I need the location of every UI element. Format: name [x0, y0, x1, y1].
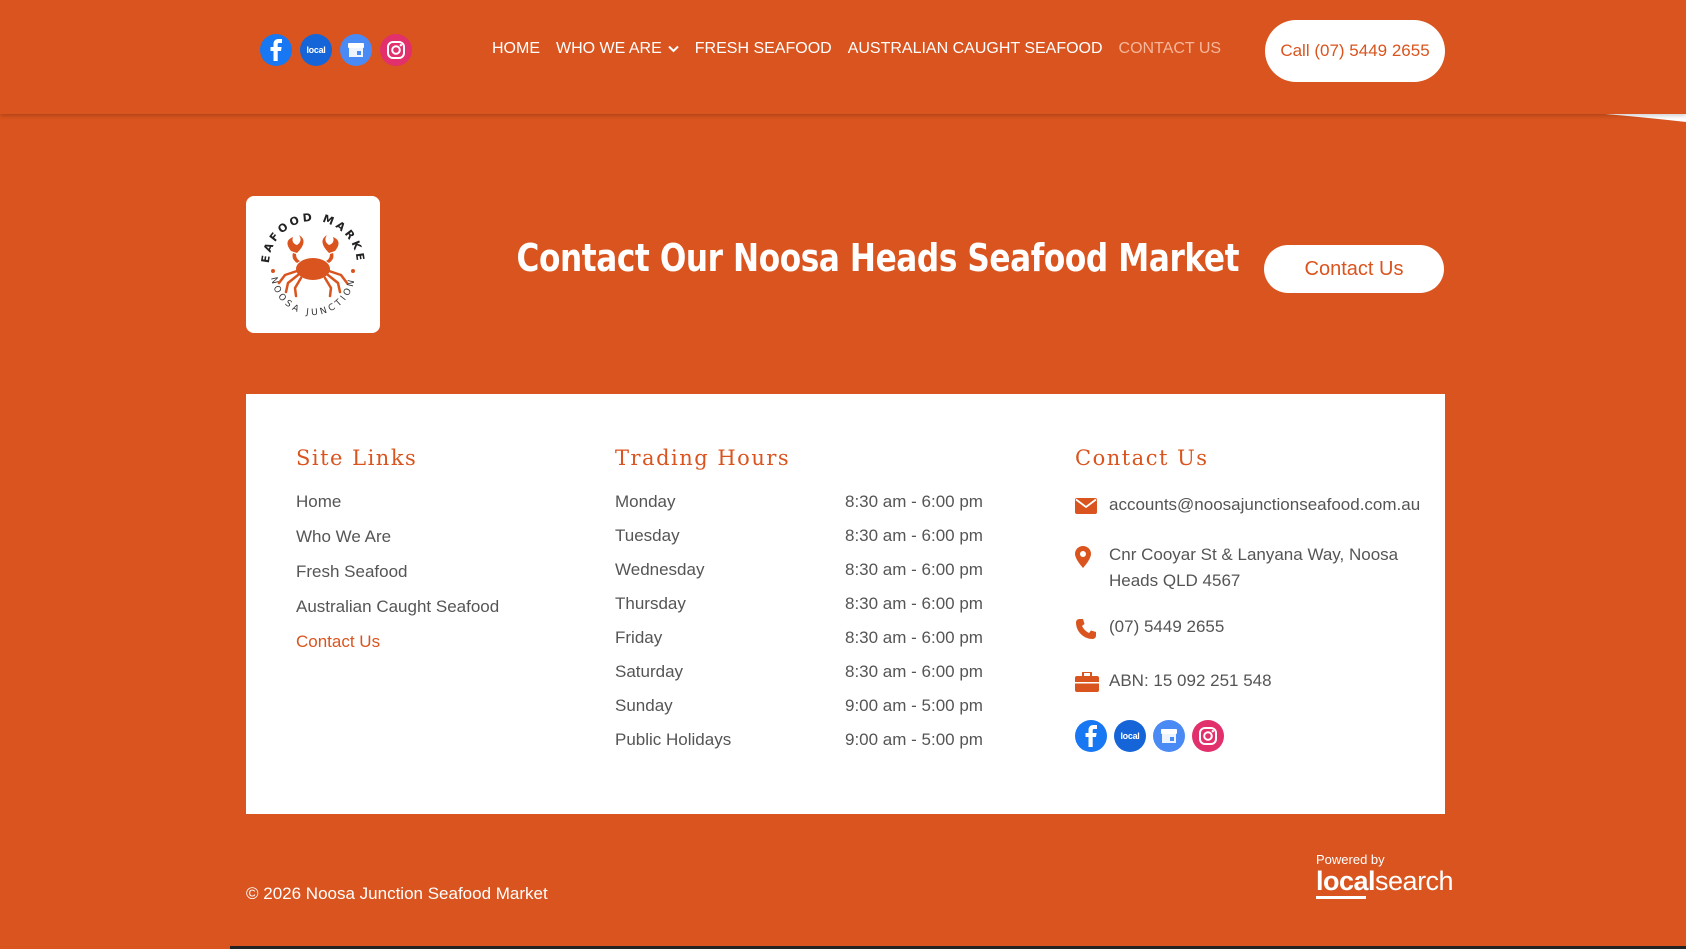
copyright: © 2026 Noosa Junction Seafood Market	[246, 884, 548, 903]
map-pin-icon	[1075, 542, 1109, 576]
contact-phone-link[interactable]: (07) 5449 2655	[1109, 614, 1429, 640]
hours-time: 9:00 am - 5:00 pm	[845, 696, 983, 715]
hours-time: 8:30 am - 6:00 pm	[845, 594, 983, 613]
hours-day: Monday	[615, 492, 676, 511]
contact-email-link[interactable]: accounts@noosajunctionseafood.com.au	[1109, 492, 1429, 518]
brand-bold: local	[1316, 866, 1376, 896]
hours-day: Public Holidays	[615, 730, 732, 749]
localsearch-icon-label: local	[1120, 731, 1140, 741]
footer-link-home[interactable]: Home	[296, 492, 499, 527]
hours-day: Sunday	[615, 696, 673, 715]
facebook-icon[interactable]	[260, 34, 292, 66]
localsearch-logo: localsearch	[1316, 866, 1454, 896]
nav-contact-us[interactable]: CONTACT US	[1119, 40, 1222, 58]
google-business-icon[interactable]	[340, 34, 372, 66]
chevron-down-icon	[668, 45, 679, 53]
seafood-market-logo: SEAFOOD MARKET NOOSA JUNCTION	[246, 196, 380, 333]
hours-time: 9:00 am - 5:00 pm	[845, 730, 983, 749]
brand-rest: search	[1375, 866, 1454, 896]
briefcase-icon	[1075, 668, 1109, 700]
localsearch-icon-label: local	[306, 45, 326, 55]
nav-home[interactable]: HOME	[492, 40, 540, 58]
main-nav: HOME WHO WE ARE FRESH SEAFOOD AUSTRALIAN…	[492, 40, 1221, 58]
contact-address: Cnr Cooyar St & Lanyana Way, Noosa Heads…	[1109, 545, 1399, 590]
brand-underline	[1316, 896, 1366, 899]
contact-title: Contact Us	[1075, 446, 1209, 470]
nav-who-we-are[interactable]: WHO WE ARE	[556, 40, 679, 58]
hours-day: Wednesday	[615, 560, 705, 579]
trading-hours-title: Trading Hours	[615, 446, 791, 470]
contact-us-button[interactable]: Contact Us	[1264, 245, 1444, 293]
instagram-icon[interactable]	[380, 34, 412, 66]
site-links-title: Site Links	[296, 446, 418, 470]
hours-time: 8:30 am - 6:00 pm	[845, 628, 983, 647]
call-button[interactable]: Call (07) 5449 2655	[1265, 20, 1445, 82]
hours-row: Saturday 8:30 am - 6:00 pm	[615, 662, 995, 696]
hours-row: Tuesday 8:30 am - 6:00 pm	[615, 526, 995, 560]
page-title: Contact Our Noosa Heads Seafood Market	[516, 236, 1240, 280]
phone-icon	[1075, 614, 1109, 648]
google-business-icon[interactable]	[1153, 720, 1185, 752]
nav-who-we-are-label: WHO WE ARE	[556, 40, 662, 57]
hours-row: Thursday 8:30 am - 6:00 pm	[615, 594, 995, 628]
svg-text:NOOSA JUNCTION: NOOSA JUNCTION	[268, 276, 358, 318]
nav-australian-caught-seafood[interactable]: AUSTRALIAN CAUGHT SEAFOOD	[848, 40, 1103, 58]
instagram-icon[interactable]	[1192, 720, 1224, 752]
hours-row: Public Holidays 9:00 am - 5:00 pm	[615, 730, 995, 764]
contact-phone-row: (07) 5449 2655	[1075, 614, 1435, 648]
hours-day: Tuesday	[615, 526, 680, 545]
footer-link-who-we-are[interactable]: Who We Are	[296, 527, 499, 562]
hours-time: 8:30 am - 6:00 pm	[845, 492, 983, 511]
footer-link-fresh-seafood[interactable]: Fresh Seafood	[296, 562, 499, 597]
hours-day: Saturday	[615, 662, 684, 681]
localsearch-icon[interactable]: local	[1114, 720, 1146, 752]
facebook-icon[interactable]	[1075, 720, 1107, 752]
contact-abn-row: ABN: 15 092 251 548	[1075, 668, 1435, 700]
footer-social-links: local	[1075, 720, 1435, 752]
hours-day: Friday	[615, 628, 663, 647]
hours-time: 8:30 am - 6:00 pm	[845, 662, 983, 681]
trading-hours-column: Trading Hours Monday 8:30 am - 6:00 pm Tu…	[615, 446, 995, 764]
nav-fresh-seafood[interactable]: FRESH SEAFOOD	[695, 40, 832, 58]
contact-email-row: accounts@noosajunctionseafood.com.au	[1075, 492, 1435, 522]
site-header: local HOME WHO WE ARE FRESH SEAFOOD AUST…	[0, 0, 1686, 114]
hours-time: 8:30 am - 6:00 pm	[845, 560, 983, 579]
footer-link-australian-caught-seafood[interactable]: Australian Caught Seafood	[296, 597, 499, 632]
header-social-links: local	[260, 34, 412, 66]
hours-row: Friday 8:30 am - 6:00 pm	[615, 628, 995, 662]
hours-day: Thursday	[615, 594, 686, 613]
hours-row: Monday 8:30 am - 6:00 pm	[615, 492, 995, 526]
contact-column: Contact Us accounts@noosajunctionseafood…	[1075, 446, 1435, 752]
hours-row: Wednesday 8:30 am - 6:00 pm	[615, 560, 995, 594]
powered-by-localsearch[interactable]: Powered by localsearch	[1316, 852, 1454, 899]
hours-time: 8:30 am - 6:00 pm	[845, 526, 983, 545]
svg-text:SEAFOOD MARKET: SEAFOOD MARKET	[253, 203, 367, 264]
site-links-column: Site Links Home Who We Are Fresh Seafood…	[296, 446, 499, 667]
contact-address-row: Cnr Cooyar St & Lanyana Way, Noosa Heads…	[1075, 542, 1435, 594]
contact-abn: ABN: 15 092 251 548	[1109, 671, 1272, 690]
localsearch-icon[interactable]: local	[300, 34, 332, 66]
hours-row: Sunday 9:00 am - 5:00 pm	[615, 696, 995, 730]
footer-panel: Site Links Home Who We Are Fresh Seafood…	[246, 394, 1445, 814]
footer-link-contact-us[interactable]: Contact Us	[296, 632, 499, 667]
envelope-icon	[1075, 492, 1109, 522]
powered-by-label: Powered by	[1316, 852, 1385, 867]
